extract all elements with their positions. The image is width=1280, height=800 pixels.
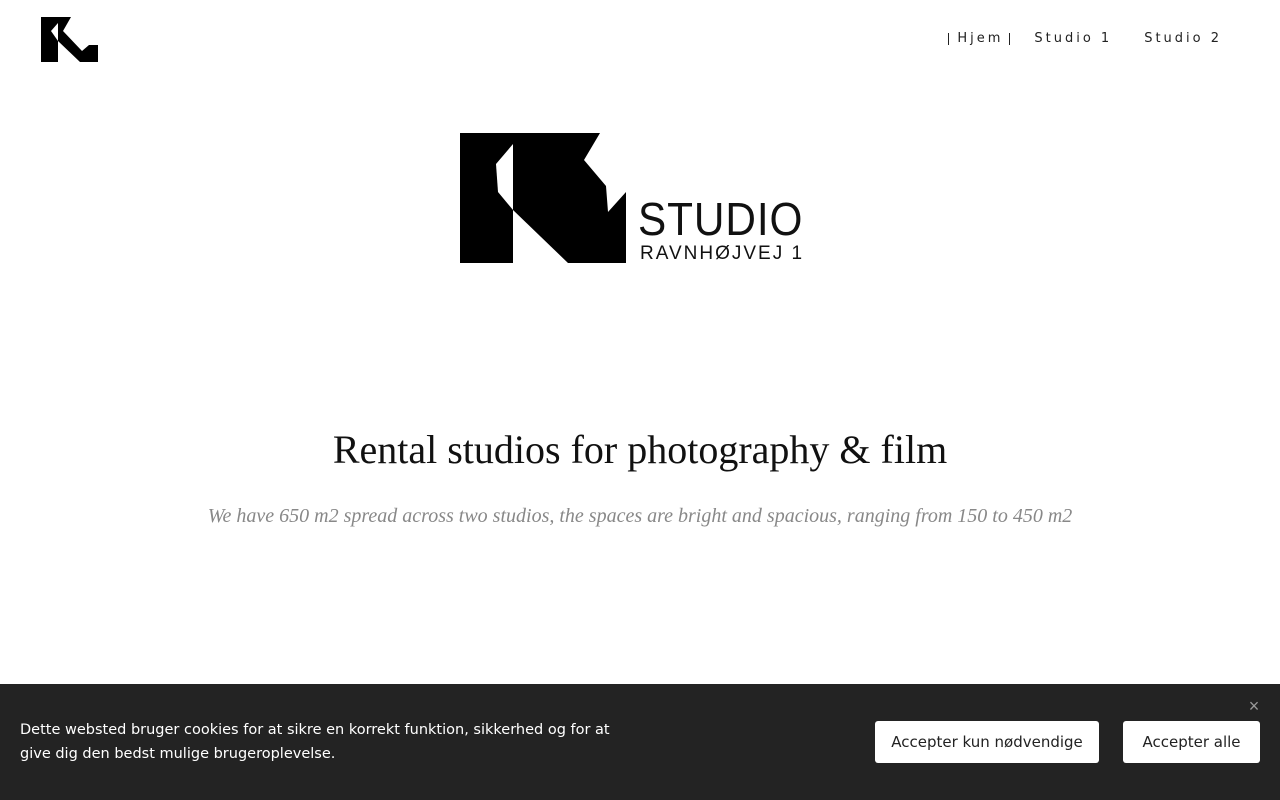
page-title: Rental studios for photography & film bbox=[332, 427, 948, 472]
nav-item-label: Studio 2 bbox=[1144, 31, 1222, 46]
cookie-banner: Dette websted bruger cookies for at sikr… bbox=[0, 684, 1280, 800]
close-icon[interactable]: × bbox=[1246, 697, 1262, 715]
main-nav: Hjem Studio 1 Studio 2 bbox=[948, 31, 1222, 46]
nav-active-marker bbox=[1009, 32, 1011, 45]
page: Hjem Studio 1 Studio 2 STUDIO RAVNHØJVEJ… bbox=[0, 0, 1280, 800]
accept-necessary-button[interactable]: Accepter kun nødvendige bbox=[875, 721, 1099, 763]
nav-item-hjem[interactable]: Hjem bbox=[948, 31, 1011, 46]
nav-item-studio-1[interactable]: Studio 1 bbox=[1034, 31, 1112, 46]
page-subtitle: We have 650 m2 spread across two studios… bbox=[207, 505, 1073, 527]
nav-item-label: Studio 1 bbox=[1034, 31, 1113, 46]
accept-all-button[interactable]: Accepter alle bbox=[1123, 721, 1260, 763]
nav-active-marker bbox=[948, 32, 950, 45]
nav-item-studio-2[interactable]: Studio 2 bbox=[1144, 31, 1222, 46]
k1-studio-logo-icon bbox=[460, 133, 626, 263]
k1-logo-icon[interactable] bbox=[41, 17, 99, 63]
nav-item-label: Hjem bbox=[957, 31, 1004, 46]
hero-logo: STUDIO RAVNHØJVEJ 1 bbox=[458, 130, 818, 270]
hero-studio-word: STUDIO bbox=[638, 193, 804, 245]
hero-address: RAVNHØJVEJ 1 bbox=[640, 243, 805, 264]
cookie-text: Dette websted bruger cookies for at sikr… bbox=[20, 722, 610, 762]
